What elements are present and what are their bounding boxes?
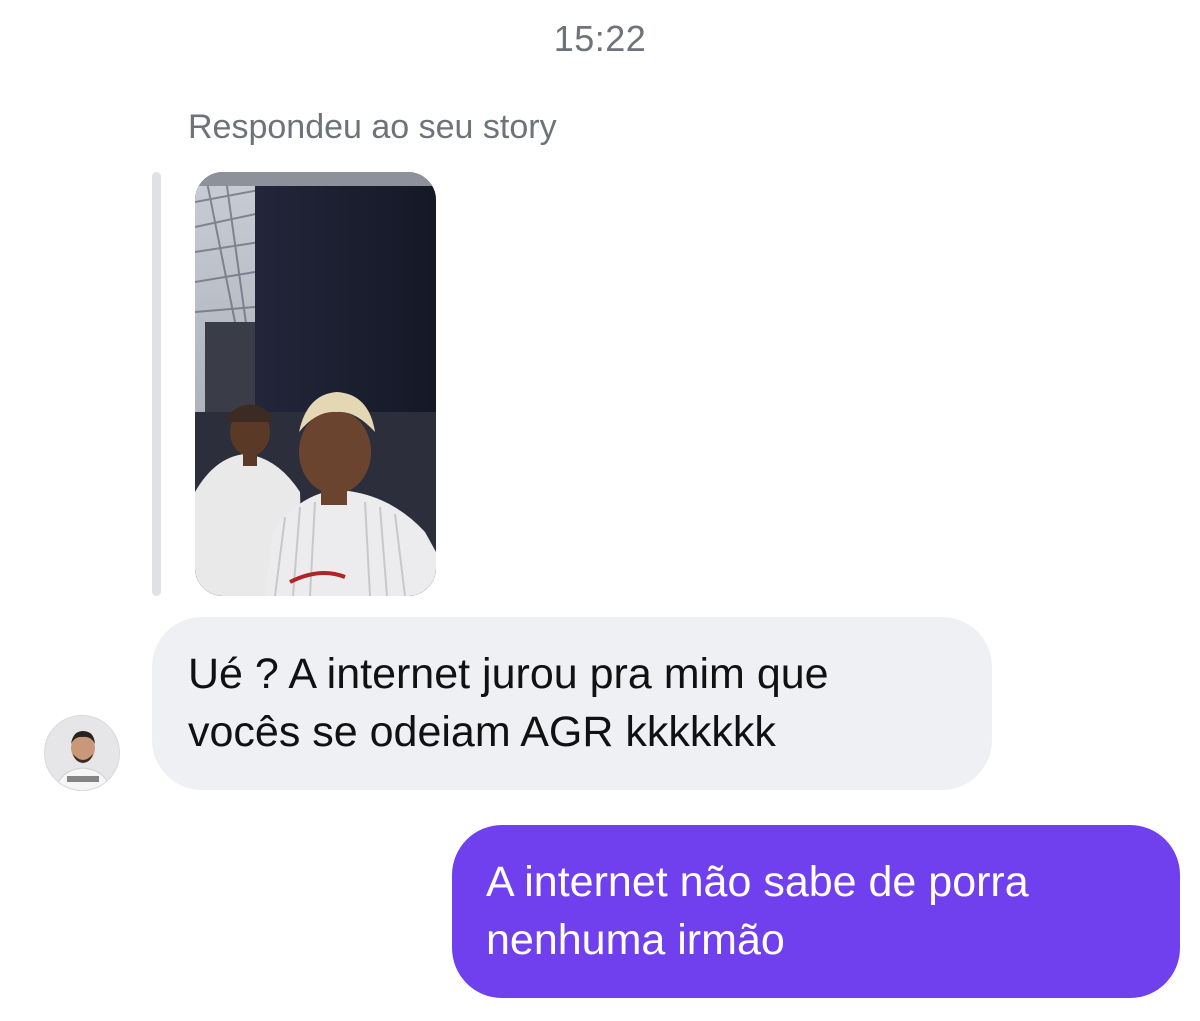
story-thumbnail[interactable]: [195, 172, 436, 596]
story-reply-label: Respondeu ao seu story: [188, 108, 557, 146]
story-photo-icon: [195, 172, 436, 596]
message-timestamp: 15:22: [553, 18, 647, 59]
sender-avatar[interactable]: [44, 715, 120, 791]
user-avatar-icon: [45, 716, 119, 790]
outgoing-message-bubble[interactable]: A internet não sabe de porra nenhuma irm…: [452, 825, 1180, 998]
incoming-message-bubble[interactable]: Ué ? A internet jurou pra mim que vocês …: [152, 617, 992, 790]
story-reply-bar: [152, 172, 161, 596]
